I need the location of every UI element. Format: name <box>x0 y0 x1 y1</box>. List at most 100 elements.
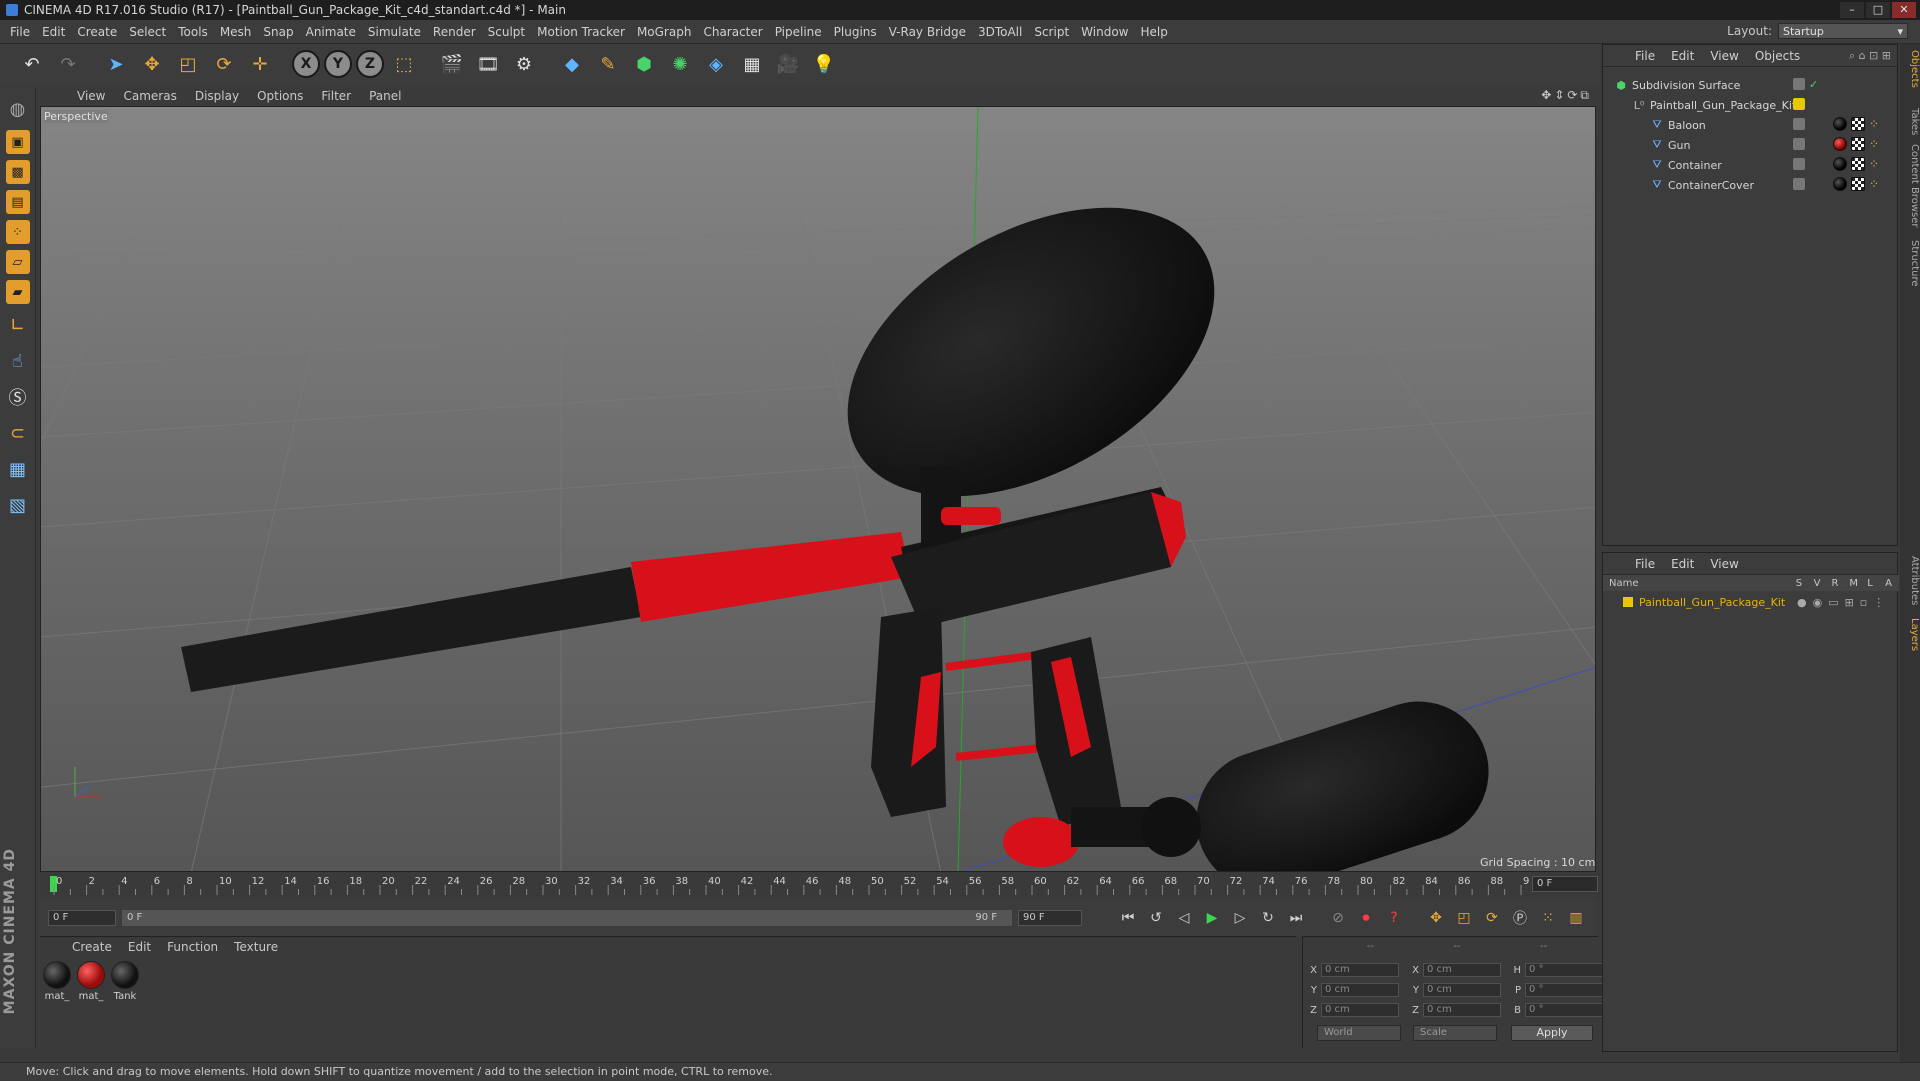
menu-script[interactable]: Script <box>1028 20 1075 44</box>
rotation-h-field[interactable]: 0 ° <box>1525 963 1603 977</box>
size-x-field[interactable]: 0 cm <box>1423 963 1501 977</box>
menu-3dtoall[interactable]: 3DToAll <box>972 20 1028 44</box>
object-row-containercover[interactable]: ⛛ ContainerCover ⁘ <box>1603 175 1899 195</box>
menu-animate[interactable]: Animate <box>300 20 362 44</box>
subdivision-icon[interactable]: ⬢ <box>628 48 660 80</box>
model-mode-icon[interactable]: ▣ <box>5 130 30 154</box>
edit-flag-icon[interactable] <box>1793 78 1805 90</box>
objects-menu-view[interactable]: View <box>1702 49 1746 63</box>
rotation-b-field[interactable]: 0 ° <box>1525 1003 1603 1017</box>
material-menu-texture[interactable]: Texture <box>226 940 286 954</box>
scale-icon[interactable]: ◰ <box>172 48 204 80</box>
enabled-check-icon[interactable]: ✓ <box>1809 78 1818 91</box>
key-scale-icon[interactable]: ◰ <box>1452 906 1476 930</box>
viewport-menu-display[interactable]: Display <box>186 89 248 103</box>
edges-mode-icon[interactable]: ▱ <box>5 250 30 274</box>
layers-menu-file[interactable]: File <box>1627 557 1663 571</box>
phong-tag-icon[interactable]: ⁘ <box>1869 117 1883 131</box>
menu-create[interactable]: Create <box>71 20 123 44</box>
render-settings-icon[interactable]: ⚙ <box>508 48 540 80</box>
render-picture-viewer-icon[interactable]: 🎞 <box>472 48 504 80</box>
polygons-mode-icon[interactable]: ▰ <box>5 280 30 304</box>
undo-icon[interactable]: ↶ <box>16 48 48 80</box>
coordinate-system-icon[interactable]: ⬚ <box>388 48 420 80</box>
viewport-menu-filter[interactable]: Filter <box>312 89 360 103</box>
key-position-icon[interactable]: ✥ <box>1424 906 1448 930</box>
motion-path-icon[interactable]: ⊘ <box>1326 906 1350 930</box>
texture-mode-icon[interactable]: ▩ <box>5 160 30 184</box>
material-tag-icon[interactable] <box>1833 117 1847 131</box>
menu-simulate[interactable]: Simulate <box>362 20 427 44</box>
object-row-subdivision-surface[interactable]: ⬢ Subdivision Surface ✓ <box>1603 75 1899 95</box>
layer-toggle-icons[interactable]: ●◉▭⊞▫⋮ <box>1797 596 1890 609</box>
menu-mograph[interactable]: MoGraph <box>631 20 698 44</box>
deformer-icon[interactable]: ◈ <box>700 48 732 80</box>
material-menu-edit[interactable]: Edit <box>120 940 159 954</box>
viewport-menu-cameras[interactable]: Cameras <box>114 89 185 103</box>
y-axis-icon[interactable]: Y <box>324 50 352 78</box>
cloner-icon[interactable]: ✺ <box>664 48 696 80</box>
menu-select[interactable]: Select <box>123 20 172 44</box>
viewport-nav-icons[interactable]: ✥⇕⟳⧉ <box>1541 88 1592 103</box>
menu-character[interactable]: Character <box>697 20 768 44</box>
close-button[interactable]: ✕ <box>1892 2 1916 18</box>
menu-pipeline[interactable]: Pipeline <box>769 20 828 44</box>
last-tool-icon[interactable]: ✛ <box>244 48 276 80</box>
spline-pen-icon[interactable]: ✎ <box>592 48 624 80</box>
viewport-menu-view[interactable]: View <box>68 89 114 103</box>
objects-menu-file[interactable]: File <box>1627 49 1663 63</box>
menu-file[interactable]: File <box>4 20 36 44</box>
menu-window[interactable]: Window <box>1075 20 1134 44</box>
edit-flag-icon[interactable] <box>1793 118 1805 130</box>
previous-key-icon[interactable]: ↺ <box>1144 906 1168 930</box>
material-tag-icon[interactable] <box>1833 137 1847 151</box>
key-pla-icon[interactable]: ⁙ <box>1536 906 1560 930</box>
uvw-tag-icon[interactable] <box>1851 177 1865 191</box>
size-y-field[interactable]: 0 cm <box>1423 983 1501 997</box>
next-key-icon[interactable]: ↻ <box>1256 906 1280 930</box>
tab-attributes[interactable]: Attributes <box>1900 556 1920 605</box>
layout-select[interactable]: Startup <box>1778 23 1908 40</box>
viewport-menu-options[interactable]: Options <box>248 89 312 103</box>
locked-workplane-icon[interactable]: ▦ <box>4 454 32 484</box>
menu-plugins[interactable]: Plugins <box>828 20 883 44</box>
tab-content-browser[interactable]: Content Browser <box>1900 144 1920 227</box>
go-to-end-icon[interactable]: ⏭ <box>1284 906 1308 930</box>
make-editable-icon[interactable]: ◍ <box>4 94 32 124</box>
timeline-layout-icon[interactable]: ▥ <box>1564 906 1588 930</box>
timeline-ruler[interactable]: 0 2 4 6 8 10 12 14 16 18 20 22 24 26 28 30 32 34 36 38 40 42 4… <box>40 873 1596 897</box>
previous-frame-icon[interactable]: ◁ <box>1172 906 1196 930</box>
rotation-p-field[interactable]: 0 ° <box>1525 983 1603 997</box>
start-frame-field[interactable]: 0 F <box>48 910 116 926</box>
position-x-field[interactable]: 0 cm <box>1321 963 1399 977</box>
layer-color-icon[interactable] <box>1793 98 1805 110</box>
minimize-button[interactable]: – <box>1840 2 1864 18</box>
phong-tag-icon[interactable]: ⁘ <box>1869 157 1883 171</box>
floor-icon[interactable]: ▦ <box>736 48 768 80</box>
solo-icon[interactable]: Ⓢ <box>4 382 32 412</box>
points-mode-icon[interactable]: ⁘ <box>5 220 30 244</box>
menu-edit[interactable]: Edit <box>36 20 71 44</box>
layer-row[interactable]: Paintball_Gun_Package_Kit ●◉▭⊞▫⋮ <box>1603 593 1899 611</box>
objects-menu-edit[interactable]: Edit <box>1663 49 1702 63</box>
material-menu-create[interactable]: Create <box>64 940 120 954</box>
menu-help[interactable]: Help <box>1134 20 1173 44</box>
uvw-tag-icon[interactable] <box>1851 157 1865 171</box>
next-frame-icon[interactable]: ▷ <box>1228 906 1252 930</box>
menu-vray-bridge[interactable]: V-Ray Bridge <box>883 20 972 44</box>
axis-mode-icon[interactable]: ∟ <box>4 310 32 340</box>
phong-tag-icon[interactable]: ⁘ <box>1869 177 1883 191</box>
size-z-field[interactable]: 0 cm <box>1423 1003 1501 1017</box>
current-frame-field[interactable]: 0 F <box>1532 876 1598 892</box>
rotate-icon[interactable]: ⟳ <box>208 48 240 80</box>
tab-layers[interactable]: Layers <box>1900 618 1920 651</box>
light-icon[interactable]: 💡 <box>808 48 840 80</box>
x-axis-icon[interactable]: X <box>292 50 320 78</box>
edit-flag-icon[interactable] <box>1793 178 1805 190</box>
layers-menu-edit[interactable]: Edit <box>1663 557 1702 571</box>
material-tag-icon[interactable] <box>1833 157 1847 171</box>
object-row-container[interactable]: ⛛ Container ⁘ <box>1603 155 1899 175</box>
material-swatch[interactable]: mat_ <box>42 961 72 1002</box>
uvw-tag-icon[interactable] <box>1851 137 1865 151</box>
layers-menu-view[interactable]: View <box>1702 557 1746 571</box>
